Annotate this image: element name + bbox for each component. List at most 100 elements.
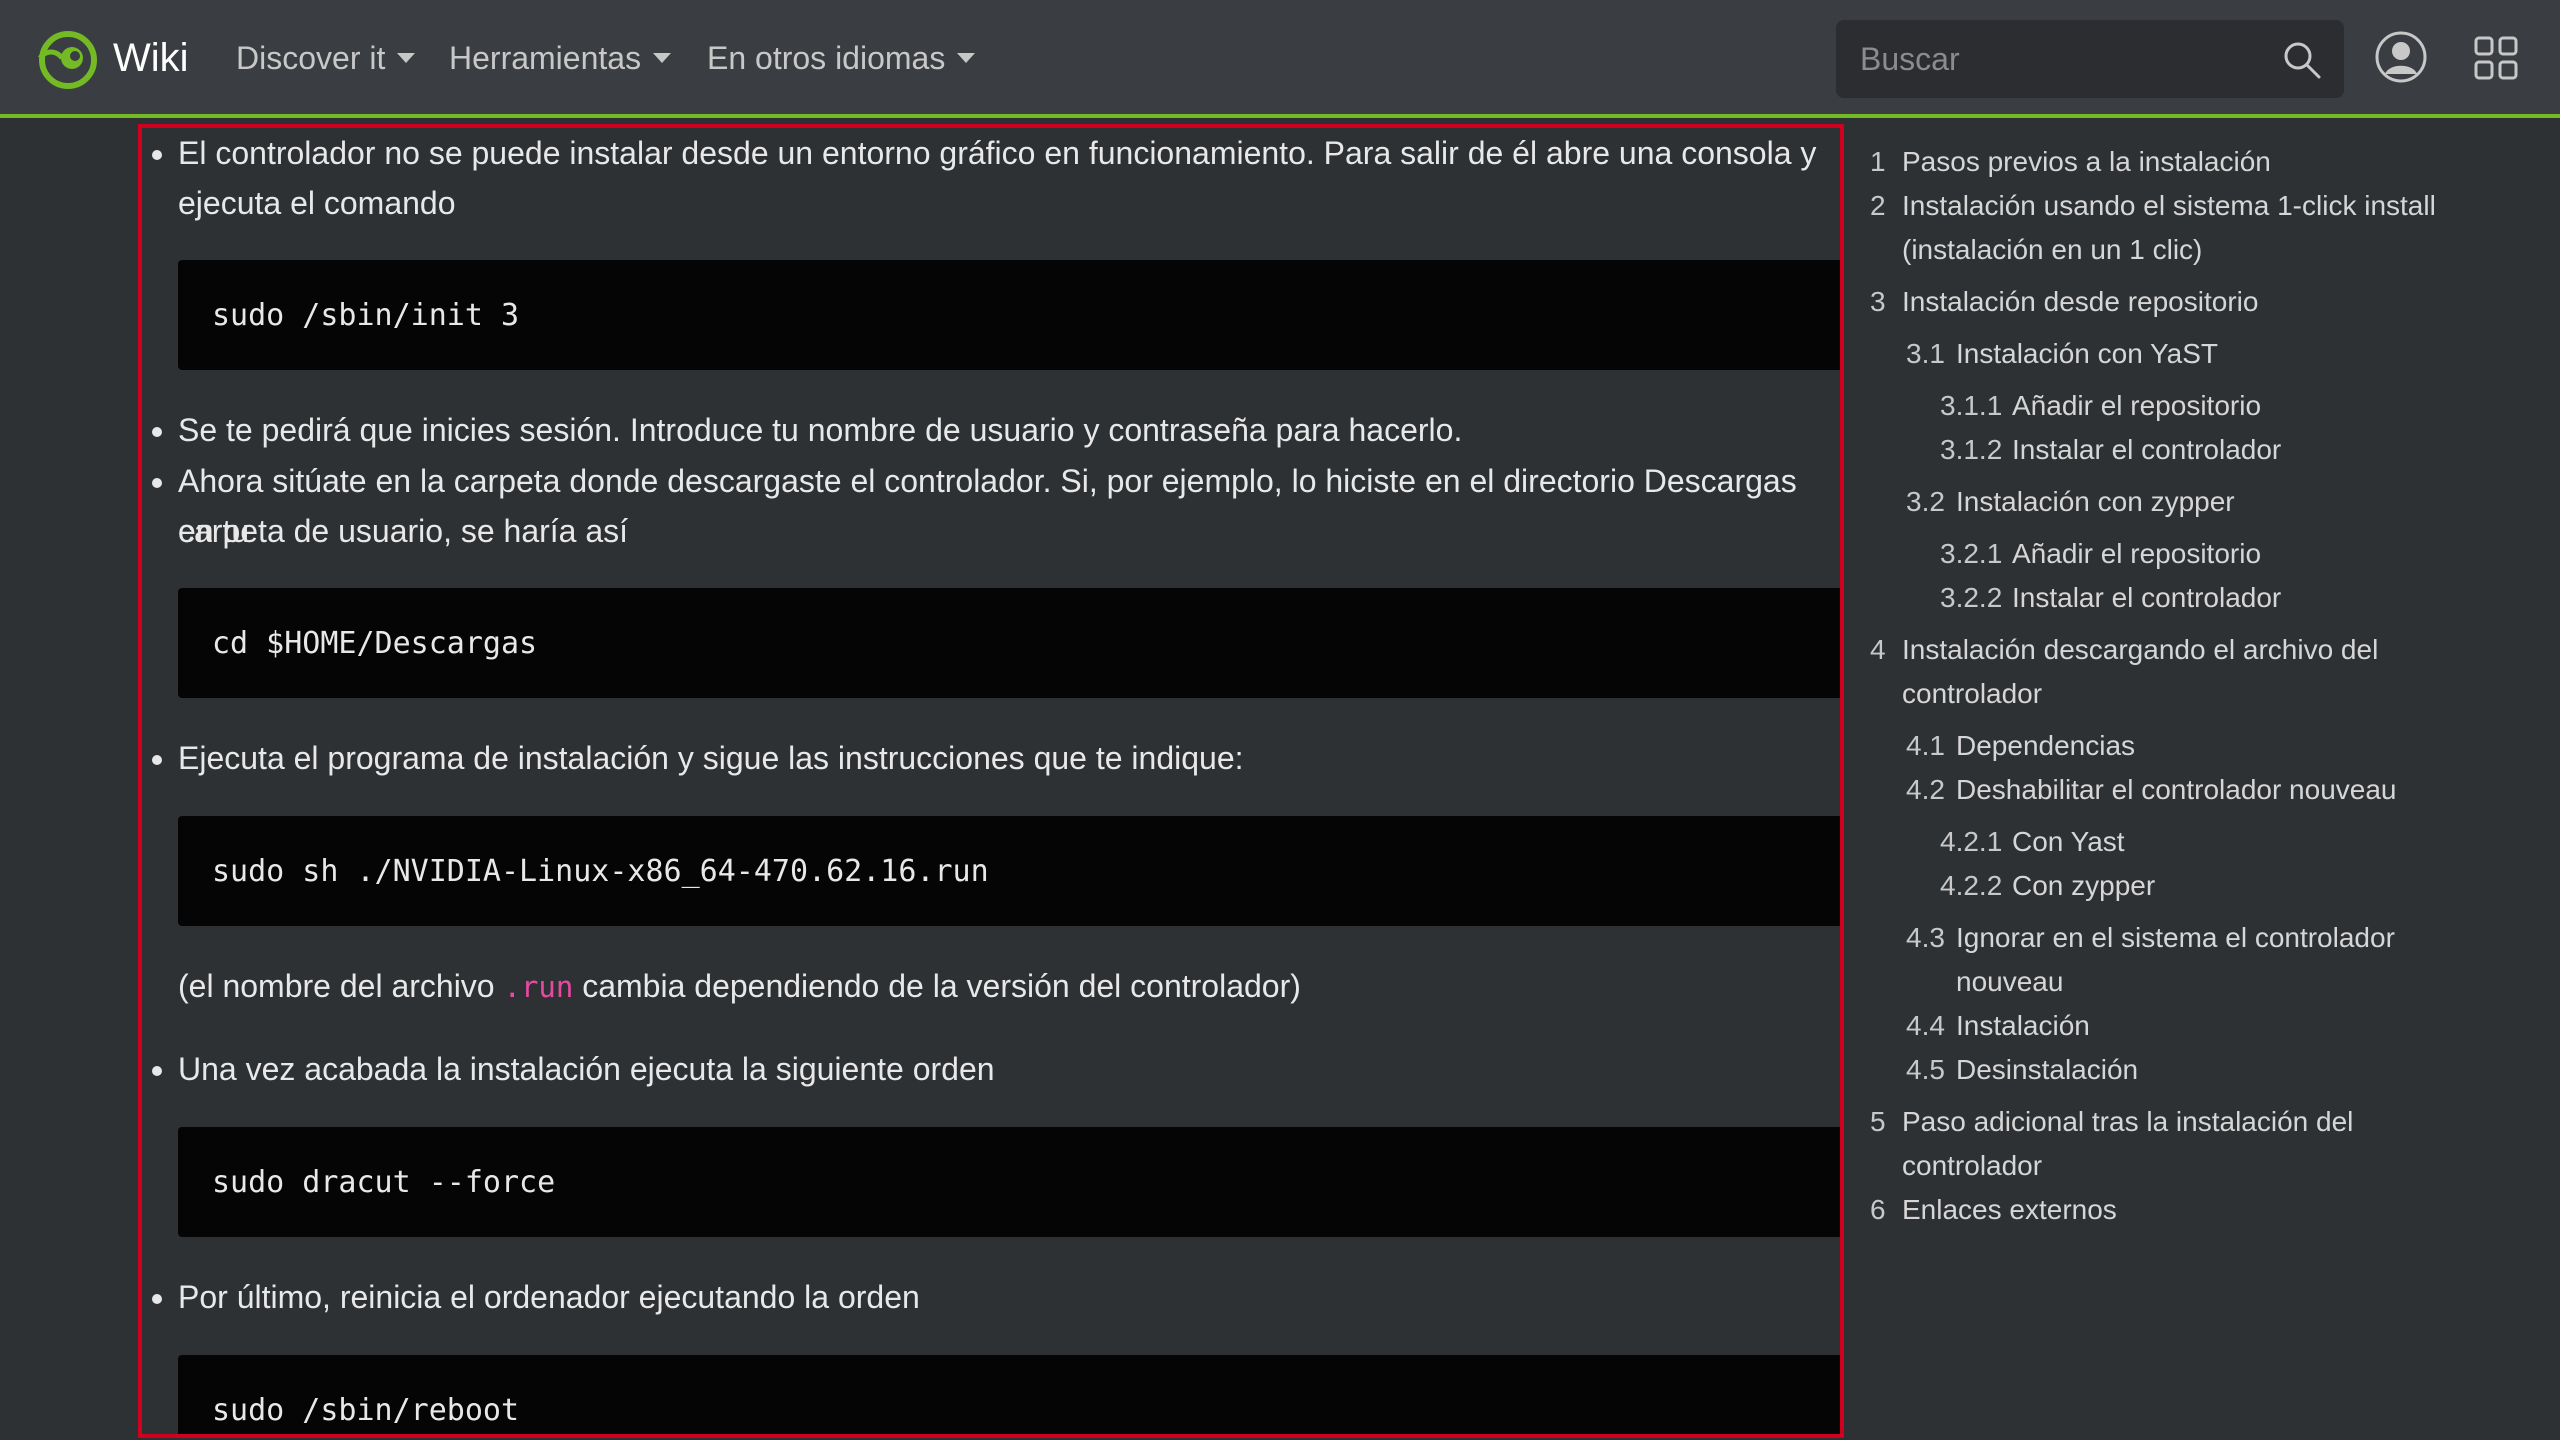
menu-otros-idiomas[interactable]: En otros idiomas [707, 30, 976, 86]
toc-link-text: Instalación usando el sistema 1-click in… [1902, 190, 2436, 221]
code-text: sudo dracut --force [212, 1164, 556, 1200]
bullet [152, 478, 162, 488]
toc-link-text: controlador [1902, 678, 2043, 709]
inline-code: .run [503, 970, 574, 1004]
user-account-icon[interactable] [2374, 30, 2428, 84]
toc-item[interactable]: 4.1 Dependencias [1870, 724, 2530, 768]
menu-herramientas[interactable]: Herramientas [449, 30, 672, 86]
search-box [1836, 20, 2344, 98]
code-block: sudo sh ./NVIDIA-Linux-x86_64-470.62.16.… [178, 816, 1840, 926]
toc-number: 4.2 [1906, 774, 1945, 805]
toc-link-text: controlador [1902, 1150, 2043, 1181]
toc-item[interactable]: controlador [1870, 672, 2530, 716]
apps-grid-icon[interactable] [2474, 36, 2518, 80]
paragraph-text: Una vez acabada la instalación ejecuta l… [178, 1051, 995, 1087]
opensuse-logo-icon[interactable] [36, 28, 100, 92]
toc-item[interactable]: 3.1.1 Añadir el repositorio [1870, 384, 2530, 428]
code-text: sudo /sbin/reboot [212, 1392, 520, 1428]
bullet [152, 755, 162, 765]
toc-number: 6 [1870, 1194, 1886, 1225]
brand-title[interactable]: Wiki [113, 30, 189, 86]
note-text: cambia dependiendo de la versión del con… [573, 968, 1301, 1004]
code-block: sudo /sbin/reboot [178, 1355, 1840, 1434]
paragraph-text: carpeta de usuario, se haría así [178, 513, 629, 549]
toc-link-text: Instalar el controlador [2012, 582, 2282, 613]
bullet [152, 1294, 162, 1304]
main-content: El controlador no se puede instalar desd… [138, 124, 1844, 1438]
caret-down-icon [397, 53, 416, 63]
toc-number: 4.1 [1906, 730, 1945, 761]
toc-number: 3.1.2 [1940, 434, 2003, 465]
toc-link-text: Pasos previos a la instalación [1902, 146, 2271, 177]
code-block: cd $HOME/Descargas [178, 588, 1840, 698]
toc-item[interactable]: 2 Instalación usando el sistema 1-click i… [1870, 184, 2530, 228]
caret-down-icon [653, 53, 672, 63]
toc-number: 4.5 [1906, 1054, 1945, 1085]
toc-item[interactable]: 3.2 Instalación con zypper [1870, 480, 2530, 524]
toc-number: 4.2.2 [1940, 870, 2003, 901]
toc-item[interactable]: 3.1.2 Instalar el controlador [1870, 428, 2530, 472]
toc-number: 1 [1870, 146, 1886, 177]
toc-link-text: Instalar el controlador [2012, 434, 2282, 465]
toc-number: 4.3 [1906, 922, 1945, 953]
menu-label: En otros idiomas [707, 39, 946, 76]
bullet [152, 1066, 162, 1076]
toc-item[interactable]: 1 Pasos previos a la instalación [1870, 140, 2530, 184]
code-text: sudo sh ./NVIDIA-Linux-x86_64-470.62.16.… [212, 853, 989, 889]
top-navbar: Wiki Discover it Herramientas En otros i… [0, 0, 2560, 118]
bullet [152, 427, 162, 437]
toc-link-text: Ignorar en el sistema el controlador [1956, 922, 2395, 953]
code-text: cd $HOME/Descargas [212, 625, 538, 661]
toc-number: 3.2 [1906, 486, 1945, 517]
toc-number: 5 [1870, 1106, 1886, 1137]
toc-link-text: (instalación en un 1 clic) [1902, 234, 2203, 265]
bullet [152, 150, 162, 160]
toc-number: 3.1.1 [1940, 390, 2003, 421]
toc-number: 3.2.2 [1940, 582, 2003, 613]
toc-link-text: Deshabilitar el controlador nouveau [1956, 774, 2397, 805]
toc-item[interactable]: (instalación en un 1 clic) [1870, 228, 2530, 272]
menu-label: Discover it [236, 39, 386, 76]
search-icon[interactable] [2282, 40, 2322, 80]
toc-item[interactable]: 4 Instalación descargando el archivo del [1870, 628, 2530, 672]
toc-link-text: Dependencias [1956, 730, 2136, 761]
toc-item[interactable]: 4.5 Desinstalación [1870, 1048, 2530, 1092]
toc-item[interactable]: 4.3 Ignorar en el sistema el controlador [1870, 916, 2530, 960]
toc-item[interactable]: 6 Enlaces externos [1870, 1188, 2530, 1232]
toc-link-text: Añadir el repositorio [2012, 390, 2262, 421]
toc-item[interactable]: 4.2.1 Con Yast [1870, 820, 2530, 864]
file-name-note: (el nombre del archivo .run cambia depen… [178, 961, 1301, 1012]
toc-link-text: Instalación [1956, 1010, 2090, 1041]
paragraph-text: El controlador no se puede instalar desd… [178, 135, 1817, 171]
toc-link-text: Con zypper [2012, 870, 2156, 901]
paragraph-text: Por último, reinicia el ordenador ejecut… [178, 1279, 920, 1315]
paragraph-text: Se te pedirá que inicies sesión. Introdu… [178, 412, 1463, 448]
toc-item[interactable]: 3.1 Instalación con YaST [1870, 332, 2530, 376]
toc-item[interactable]: 3.2.2 Instalar el controlador [1870, 576, 2530, 620]
toc-link-text: nouveau [1956, 966, 2064, 997]
toc-link-text: Añadir el repositorio [2012, 538, 2262, 569]
menu-label: Herramientas [449, 39, 642, 76]
toc-item[interactable]: 4.2 Deshabilitar el controlador nouveau [1870, 768, 2530, 812]
toc-item[interactable]: 4.2.2 Con zypper [1870, 864, 2530, 908]
toc-link-text: Instalación desde repositorio [1902, 286, 2259, 317]
toc-number: 3.2.1 [1940, 538, 2003, 569]
toc-link-text: Con Yast [2012, 826, 2125, 857]
toc-number: 4.2.1 [1940, 826, 2003, 857]
search-input[interactable] [1836, 20, 2276, 98]
code-text: sudo /sbin/init 3 [212, 297, 520, 333]
toc-item[interactable]: nouveau [1870, 960, 2530, 1004]
toc-link-text: Instalación con YaST [1956, 338, 2219, 369]
code-block: sudo /sbin/init 3 [178, 260, 1840, 370]
toc-item[interactable]: 3.2.1 Añadir el repositorio [1870, 532, 2530, 576]
toc-item[interactable]: 3 Instalación desde repositorio [1870, 280, 2530, 324]
toc-number: 2 [1870, 190, 1886, 221]
paragraph-text: ejecuta el comando [178, 185, 456, 221]
paragraph-text: Ejecuta el programa de instalación y sig… [178, 740, 1244, 776]
toc-item[interactable]: 4.4 Instalación [1870, 1004, 2530, 1048]
toc-item[interactable]: controlador [1870, 1144, 2530, 1188]
toc-item[interactable]: 5 Paso adicional tras la instalación del [1870, 1100, 2530, 1144]
menu-discover-it[interactable]: Discover it [236, 30, 416, 86]
toc-number: 4 [1870, 634, 1886, 665]
toc-link-text: Desinstalación [1956, 1054, 2139, 1085]
